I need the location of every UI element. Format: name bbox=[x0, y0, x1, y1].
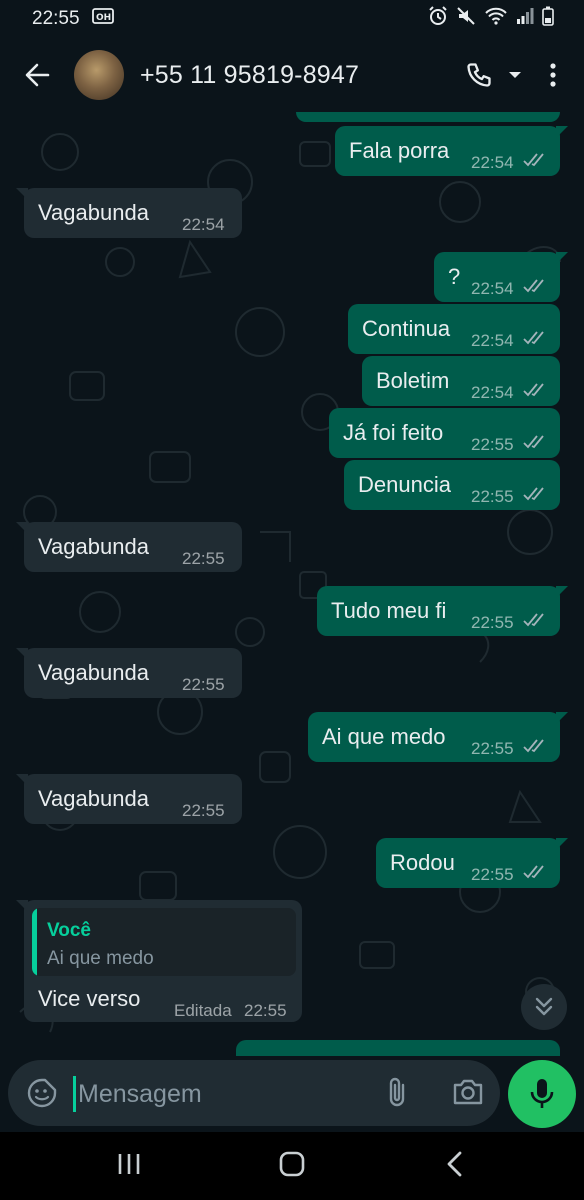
message-time: 22:54 bbox=[471, 331, 514, 350]
message-bubble-outgoing[interactable]: Ai que medo 22:55 bbox=[308, 712, 568, 762]
microphone-icon bbox=[530, 1079, 554, 1108]
alarm-icon bbox=[428, 6, 448, 32]
scroll-to-bottom-button[interactable] bbox=[521, 984, 567, 1030]
message-bubble-outgoing[interactable]: Fala porra 22:54 bbox=[335, 126, 568, 176]
message-input-container[interactable]: Mensagem bbox=[8, 1060, 500, 1126]
voice-message-button[interactable] bbox=[508, 1060, 576, 1128]
voice-call-button[interactable] bbox=[456, 38, 502, 112]
mute-icon bbox=[456, 6, 476, 32]
message-time: 22:55 bbox=[182, 801, 225, 820]
message-time: 22:55 bbox=[471, 487, 514, 506]
quoted-message[interactable]: Você Ai que medo bbox=[32, 908, 296, 976]
call-options-dropdown[interactable] bbox=[502, 38, 528, 112]
message-text: Já foi feito bbox=[343, 420, 444, 445]
message-text: Tudo meu fi bbox=[331, 598, 447, 623]
message-text: Vagabunda bbox=[38, 660, 149, 685]
notification-icon: OH bbox=[91, 7, 114, 31]
message-list[interactable]: Fala porra 22:54 Vagabunda 22:54 ? 22:54… bbox=[0, 112, 584, 1056]
message-time: 22:55 bbox=[182, 549, 225, 568]
message-time: 22:55 bbox=[244, 1001, 287, 1020]
message-bubble-outgoing[interactable]: Boletim 22:54 bbox=[362, 356, 560, 406]
message-text: Boletim bbox=[376, 368, 450, 393]
message-time: 22:54 bbox=[182, 215, 225, 234]
message-bubble-outgoing[interactable]: ? 22:54 bbox=[434, 252, 568, 302]
double-check-icon bbox=[523, 383, 544, 397]
message-text: Vagabunda bbox=[38, 534, 149, 559]
message-text: Vagabunda bbox=[38, 786, 149, 811]
message-bubble-incoming-reply[interactable]: Você Ai que medo Vice verso Editada 22:5… bbox=[16, 900, 302, 1022]
svg-text:OH: OH bbox=[96, 13, 111, 23]
message-text: Vagabunda bbox=[38, 200, 149, 225]
message-bubble-partial[interactable] bbox=[236, 1040, 560, 1056]
whatsapp-chat-screen: 22:55 OH +55 11 95819-8947 Fala porra 22… bbox=[0, 0, 584, 1200]
status-bar: 22:55 OH bbox=[0, 0, 584, 38]
double-check-icon bbox=[523, 331, 544, 345]
more-vertical-icon bbox=[550, 63, 556, 87]
chevrons-down-icon bbox=[535, 997, 553, 1016]
message-bubble-incoming[interactable]: Vagabunda 22:55 bbox=[16, 522, 242, 572]
caret-down-icon bbox=[509, 72, 521, 78]
double-check-icon bbox=[523, 279, 544, 293]
message-text: Fala porra bbox=[349, 138, 450, 163]
message-time: 22:54 bbox=[471, 383, 514, 402]
phone-icon bbox=[467, 63, 491, 87]
message-bubble-outgoing[interactable]: Rodou 22:55 bbox=[376, 838, 568, 888]
message-time: 22:55 bbox=[471, 435, 514, 454]
message-bubble-outgoing[interactable]: Denuncia 22:55 bbox=[344, 460, 560, 510]
arrow-left-icon bbox=[25, 63, 50, 87]
battery-icon bbox=[542, 6, 554, 32]
text-caret bbox=[73, 1076, 76, 1112]
message-text: Rodou bbox=[390, 850, 455, 875]
double-check-icon bbox=[523, 865, 544, 879]
double-check-icon bbox=[523, 613, 544, 627]
contact-name[interactable]: +55 11 95819-8947 bbox=[140, 61, 456, 90]
camera-icon[interactable] bbox=[452, 1077, 484, 1112]
status-icons bbox=[428, 6, 554, 32]
back-button[interactable] bbox=[8, 38, 66, 112]
recent-apps-icon[interactable] bbox=[116, 1150, 142, 1178]
message-text: Continua bbox=[362, 316, 451, 341]
message-text: Ai que medo bbox=[322, 724, 446, 749]
message-bubble-outgoing[interactable]: Continua 22:54 bbox=[348, 304, 560, 354]
double-check-icon bbox=[523, 739, 544, 753]
message-bubble-outgoing[interactable]: Já foi feito 22:55 bbox=[329, 408, 560, 458]
message-bubble-incoming[interactable]: Vagabunda 22:55 bbox=[16, 648, 242, 698]
sticker-icon[interactable] bbox=[26, 1077, 58, 1114]
signal-icon bbox=[516, 7, 534, 31]
attach-icon[interactable] bbox=[384, 1076, 410, 1115]
message-bubble-outgoing[interactable]: Tudo meu fi 22:55 bbox=[317, 586, 568, 636]
contact-avatar[interactable] bbox=[74, 50, 124, 100]
message-input[interactable]: Mensagem bbox=[78, 1080, 202, 1109]
message-text: Vice verso bbox=[38, 986, 141, 1011]
message-time: 22:55 bbox=[471, 739, 514, 758]
message-time: 22:54 bbox=[471, 153, 514, 172]
quoted-author: Você bbox=[47, 920, 92, 941]
menu-button[interactable] bbox=[528, 38, 578, 112]
composer-bar: Mensagem bbox=[0, 1056, 584, 1132]
double-check-icon bbox=[523, 435, 544, 449]
status-time: 22:55 bbox=[32, 8, 80, 29]
message-time: 22:54 bbox=[471, 279, 514, 298]
message-text: Denuncia bbox=[358, 472, 451, 497]
double-check-icon bbox=[523, 487, 544, 501]
home-icon[interactable] bbox=[278, 1150, 306, 1178]
wifi-icon bbox=[484, 6, 508, 32]
message-time: 22:55 bbox=[182, 675, 225, 694]
system-navigation-bar bbox=[0, 1132, 584, 1200]
message-bubble-incoming[interactable]: Vagabunda 22:54 bbox=[16, 188, 242, 238]
double-check-icon bbox=[523, 153, 544, 167]
quoted-text: Ai que medo bbox=[47, 948, 154, 969]
message-time: 22:55 bbox=[471, 865, 514, 884]
message-time: 22:55 bbox=[471, 613, 514, 632]
chat-header: +55 11 95819-8947 bbox=[0, 38, 584, 112]
message-text: ? bbox=[448, 264, 461, 289]
back-nav-icon[interactable] bbox=[444, 1150, 466, 1178]
message-bubble-incoming[interactable]: Vagabunda 22:55 bbox=[16, 774, 242, 824]
edited-label: Editada bbox=[174, 1001, 232, 1020]
message-bubble-partial[interactable] bbox=[296, 112, 560, 122]
